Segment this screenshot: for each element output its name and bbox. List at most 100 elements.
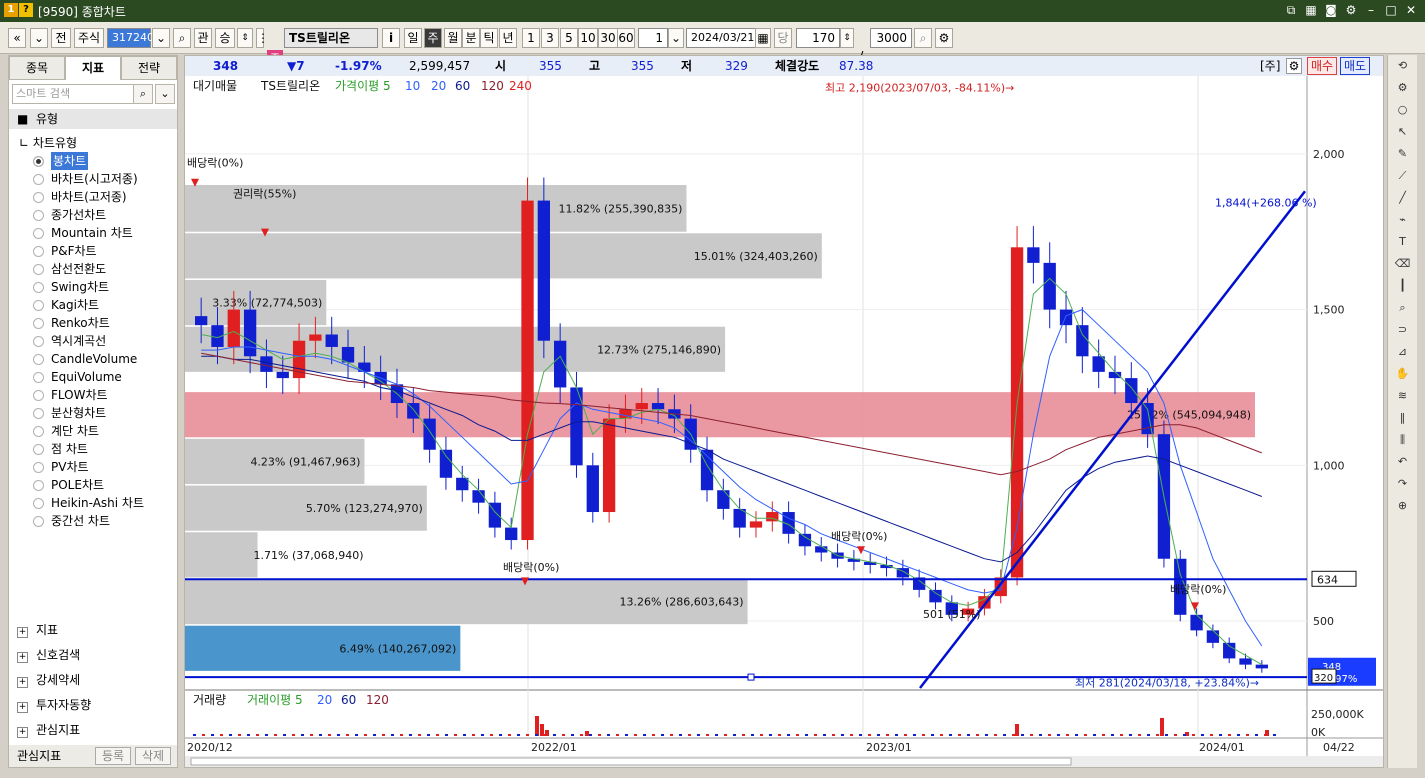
tab-strategy[interactable]: 전략 xyxy=(121,56,177,80)
undo-icon[interactable]: ↶ xyxy=(1388,451,1417,473)
radio-icon[interactable] xyxy=(33,155,44,167)
scroll-thumb[interactable] xyxy=(190,757,1072,766)
updown-icon[interactable]: ⇕ xyxy=(237,28,253,48)
chart-type-item[interactable]: Swing차트 xyxy=(33,278,144,296)
chart-type-item[interactable]: POLE차트 xyxy=(33,476,144,494)
radio-icon[interactable] xyxy=(33,209,44,221)
radio-icon[interactable] xyxy=(33,443,44,455)
period-day[interactable]: 일 xyxy=(404,28,422,48)
chevron-down-icon[interactable]: ⌄ xyxy=(30,28,48,48)
radio-icon[interactable] xyxy=(33,515,44,527)
tab-indicator[interactable]: 지표 xyxy=(65,56,121,80)
zoom-icon[interactable]: ⌕ xyxy=(914,28,932,48)
expand-down-icon[interactable]: ⌄ xyxy=(155,84,175,104)
chart-type-item[interactable]: 중간선 차트 xyxy=(33,512,144,530)
gear-icon[interactable]: ⚙ xyxy=(1343,2,1359,18)
chart-type-item[interactable]: P&F차트 xyxy=(33,242,144,260)
close-icon[interactable]: ✕ xyxy=(1403,2,1419,18)
all-button[interactable]: 전 xyxy=(51,28,71,48)
chart-area[interactable]: 348 ▼7 -1.97% 2,599,457 시 355 고 355 저 32… xyxy=(184,55,1384,768)
radio-icon[interactable] xyxy=(33,497,44,509)
chart-type-item[interactable]: FLOW차트 xyxy=(33,386,144,404)
line-icon[interactable]: ╱ xyxy=(1388,187,1417,209)
radio-icon[interactable] xyxy=(33,191,44,203)
chart-type-item[interactable]: CandleVolume xyxy=(33,350,144,368)
interval-3[interactable]: 3 xyxy=(541,28,559,48)
gear-icon[interactable]: ⚙ xyxy=(1388,77,1417,99)
bars-icon[interactable]: ‖ xyxy=(1388,407,1417,429)
period-minute[interactable]: 분 xyxy=(462,28,480,48)
radio-icon[interactable] xyxy=(33,263,44,275)
sell-button[interactable]: 매도 xyxy=(1340,57,1370,75)
radio-icon[interactable] xyxy=(33,479,44,491)
chart-type-item[interactable]: Heikin-Ashi 차트 xyxy=(33,494,144,512)
candle-icon[interactable]: ┃ xyxy=(1388,275,1417,297)
text-icon[interactable]: T xyxy=(1388,231,1417,253)
refresh-icon[interactable]: ⟲ xyxy=(1388,55,1417,77)
info-button[interactable]: i xyxy=(382,28,400,48)
circle-icon[interactable]: ○ xyxy=(1388,99,1417,121)
radio-icon[interactable] xyxy=(33,299,44,311)
pen-icon[interactable]: ✎ xyxy=(1388,143,1417,165)
code-input[interactable]: 317240 xyxy=(107,28,154,48)
interval-5[interactable]: 5 xyxy=(560,28,578,48)
measure-icon[interactable]: ⊿ xyxy=(1388,341,1417,363)
smart-search-input[interactable]: 스마트 검색 xyxy=(12,84,152,104)
period-year[interactable]: 년 xyxy=(499,28,517,48)
radio-icon[interactable] xyxy=(33,461,44,473)
period-month[interactable]: 월 xyxy=(444,28,462,48)
bar-count-stepper[interactable]: ⇕ xyxy=(840,28,854,48)
period-tick[interactable]: 틱 xyxy=(480,28,498,48)
help-icon[interactable]: ? xyxy=(19,3,33,17)
interval-60[interactable]: 60 xyxy=(617,28,635,48)
register-button[interactable]: 등록 xyxy=(95,747,131,765)
magnet-icon[interactable]: ⊃ xyxy=(1388,319,1417,341)
tree-strength[interactable]: + 강세약세 xyxy=(17,669,177,691)
search-icon[interactable]: ⌕ xyxy=(173,28,191,48)
chart-type-item[interactable]: 바차트(고저종) xyxy=(33,188,144,206)
camera-icon[interactable]: ◙ xyxy=(1323,2,1339,18)
sang-button[interactable]: 승 xyxy=(215,28,235,48)
market-type-button[interactable]: 주식 xyxy=(74,28,104,48)
delete-button[interactable]: 삭제 xyxy=(135,747,171,765)
radio-icon[interactable] xyxy=(33,227,44,239)
minimize-icon[interactable]: – xyxy=(1363,2,1379,18)
auto-icon[interactable]: ⌁ xyxy=(1388,209,1417,231)
chart-gear-icon[interactable]: ⚙ xyxy=(1286,58,1302,74)
chart-type-tree[interactable]: ∟ 차트유형 xyxy=(19,134,77,151)
radio-icon[interactable] xyxy=(33,317,44,329)
maximize-icon[interactable]: □ xyxy=(1383,2,1399,18)
section-type[interactable]: ■ 유형 xyxy=(9,109,177,129)
chart-type-item[interactable]: PV차트 xyxy=(33,458,144,476)
chart-type-item[interactable]: 삼선전환도 xyxy=(33,260,144,278)
calendar-icon[interactable]: ▦ xyxy=(755,28,771,48)
search-icon[interactable]: ⌕ xyxy=(133,84,153,104)
chart-type-item[interactable]: 역시계곡선 xyxy=(33,332,144,350)
radio-icon[interactable] xyxy=(33,245,44,257)
tree-indicator[interactable]: + 지표 xyxy=(17,619,177,641)
radio-icon[interactable] xyxy=(33,281,44,293)
zigzag-icon[interactable]: ≋ xyxy=(1388,385,1417,407)
gwan-button[interactable]: 관 xyxy=(194,28,212,48)
tree-signal-search[interactable]: + 신호검색 xyxy=(17,644,177,666)
price-chart[interactable]: 11.82% (255,390,835) 15.01% (324,403,260)… xyxy=(185,76,1383,767)
eraser-icon[interactable]: ⌫ xyxy=(1388,253,1417,275)
radio-icon[interactable] xyxy=(33,173,44,185)
radio-icon[interactable] xyxy=(33,425,44,437)
interval-30[interactable]: 30 xyxy=(598,28,618,48)
tree-fav-indicator[interactable]: + 관심지표 xyxy=(17,719,177,741)
link-icon[interactable]: ⧉ xyxy=(1283,2,1299,18)
chart-type-item[interactable]: 계단 차트 xyxy=(33,422,144,440)
line-handle[interactable] xyxy=(747,673,755,681)
trendline-icon[interactable]: ⟋ xyxy=(1388,165,1417,187)
cursor-icon[interactable]: ↖ xyxy=(1388,121,1417,143)
chart-type-item[interactable]: 바차트(시고저종) xyxy=(33,170,144,188)
radio-icon[interactable] xyxy=(33,389,44,401)
radio-icon[interactable] xyxy=(33,353,44,365)
radio-icon[interactable] xyxy=(33,371,44,383)
interval-10[interactable]: 10 xyxy=(578,28,598,48)
interval-dropdown-icon[interactable]: ⌄ xyxy=(668,28,684,48)
prev-button[interactable]: « xyxy=(8,28,26,48)
chart-type-item[interactable]: Renko차트 xyxy=(33,314,144,332)
radio-icon[interactable] xyxy=(33,335,44,347)
